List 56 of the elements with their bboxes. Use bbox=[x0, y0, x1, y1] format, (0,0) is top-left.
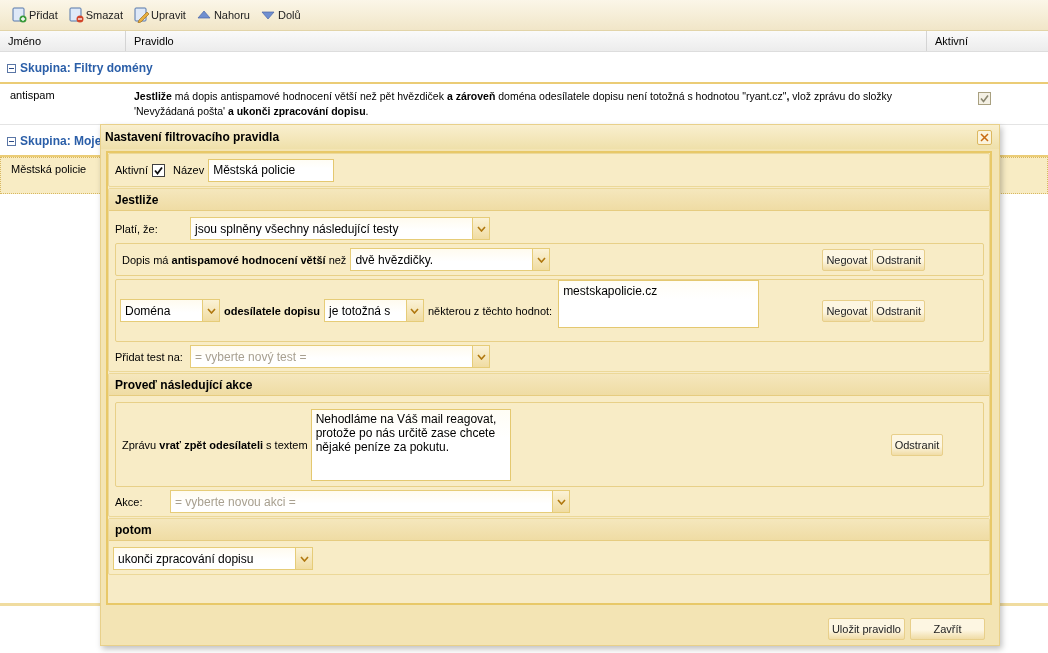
toolbar-button[interactable]: Upravit bbox=[130, 7, 189, 23]
document-minus-icon bbox=[67, 7, 84, 23]
field-label: Přidat test na: bbox=[115, 350, 184, 363]
collapse-icon[interactable] bbox=[7, 136, 16, 146]
section-header: Jestliže bbox=[109, 189, 989, 211]
column-header[interactable]: Jméno bbox=[0, 31, 126, 51]
caret-icon bbox=[410, 307, 420, 314]
rule-text: Jestliže má dopis antispamové hodnocení větší než pět hvězdiček a zároveň doména odesílatele dopisu není totožná s hodnotou "ryant.cz", vlož zprávu do složky 'Nevyžádaná pošta' a ukonči zpracování dopisu. bbox=[134, 90, 893, 117]
button[interactable]: Zavřít bbox=[910, 618, 985, 640]
caret-icon bbox=[476, 225, 486, 232]
select-field[interactable]: Doména bbox=[120, 299, 220, 322]
select-field[interactable]: je totožná s bbox=[323, 299, 424, 322]
caret-icon bbox=[476, 353, 486, 360]
condition-text: některou z těchto hodnot: bbox=[426, 304, 554, 317]
close-button[interactable] bbox=[977, 129, 992, 145]
caret-icon bbox=[536, 256, 546, 263]
caret-icon bbox=[206, 307, 216, 314]
checkbox[interactable] bbox=[152, 163, 165, 177]
action-text: Zprávu vrať zpět odesílateli s textem bbox=[121, 438, 309, 451]
table-cell: antispam bbox=[10, 89, 55, 101]
condition-text: odesílatele dopisu bbox=[223, 304, 321, 317]
table-cell: Městská policie bbox=[11, 163, 87, 175]
field-label: Aktivní bbox=[115, 164, 148, 176]
text-area[interactable]: mestskapolicie.cz bbox=[558, 280, 760, 328]
toolbar-button[interactable]: Přidat bbox=[8, 7, 61, 23]
field-label: Platí, že: bbox=[115, 222, 159, 235]
group-title[interactable]: Skupina: Moje bbox=[20, 134, 102, 148]
section-header: Proveď následující akce bbox=[109, 374, 989, 396]
field-label: Akce: bbox=[115, 495, 144, 508]
name-field[interactable]: Městská policie bbox=[208, 158, 335, 182]
toolbar-button[interactable]: Smazat bbox=[64, 7, 127, 23]
column-header[interactable]: Pravidlo bbox=[126, 31, 927, 51]
caret-icon bbox=[299, 555, 309, 562]
button[interactable]: Uložit pravidlo bbox=[827, 618, 905, 640]
toolbar-button[interactable]: Nahoru bbox=[192, 7, 253, 23]
text-area[interactable]: Nehodláme na Váš mail reagovat, protože po nás určitě zase chcete nějaké peníze za pokutu. bbox=[310, 408, 511, 481]
button[interactable]: Odstranit bbox=[872, 248, 925, 271]
group-title[interactable]: Skupina: Filtry domény bbox=[20, 61, 153, 75]
document-pencil-icon bbox=[133, 7, 150, 23]
field-label: Název bbox=[173, 164, 205, 176]
collapse-icon[interactable] bbox=[7, 63, 16, 73]
button[interactable]: Odstranit bbox=[872, 299, 925, 322]
caret-icon bbox=[556, 498, 566, 505]
button[interactable]: Odstranit bbox=[890, 433, 944, 456]
document-plus-icon bbox=[11, 7, 27, 23]
dialog-title: Nastavení filtrovacího pravidla bbox=[105, 130, 280, 144]
close-icon bbox=[980, 132, 989, 142]
select-field[interactable]: dvě hvězdičky. bbox=[350, 248, 551, 271]
condition-text: Dopis má antispamové hodnocení větší než bbox=[121, 253, 348, 266]
section-header: potom bbox=[109, 519, 989, 541]
select-field[interactable]: jsou splněny všechny následující testy bbox=[190, 217, 490, 240]
button[interactable]: Negovat bbox=[822, 248, 872, 271]
button[interactable]: Negovat bbox=[822, 299, 872, 322]
column-header[interactable]: Aktivní bbox=[927, 31, 1048, 51]
select-field[interactable]: ukonči zpracování dopisu bbox=[113, 547, 313, 570]
toolbar-button[interactable]: Dolů bbox=[256, 7, 304, 23]
